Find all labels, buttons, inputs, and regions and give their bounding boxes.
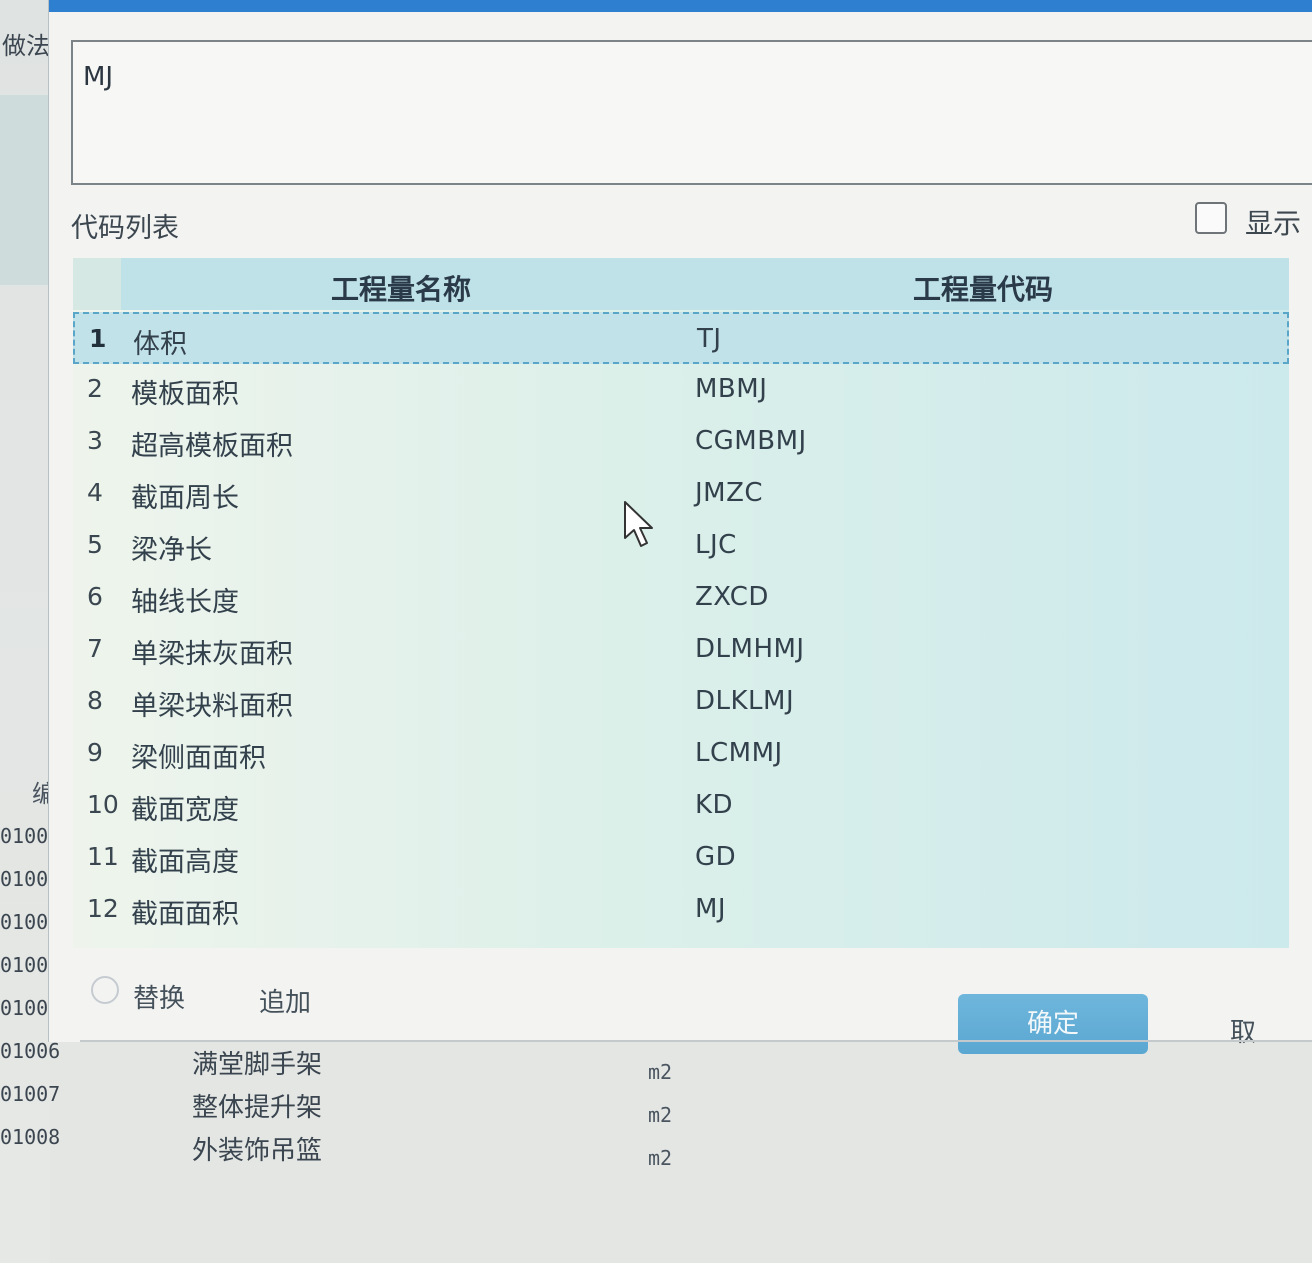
code-dialog: MJ 代码列表 显示 工程量名称 工程量代码 1 体积 TJ 2 模板面积 MBMJ 3 超高… (48, 0, 1312, 1042)
table-row[interactable]: 6 轴线长度 ZXCD (73, 572, 1289, 624)
row-quantity-code: LCMMJ (695, 738, 783, 768)
table-row[interactable]: 8 单梁块料面积 DLKLMJ (73, 676, 1289, 728)
table-corner (73, 258, 121, 310)
row-quantity-code: KD (695, 790, 734, 820)
background-list-item: 整体提升架 m2 (0, 1087, 1312, 1129)
table-row[interactable]: 10 截面宽度 KD (73, 780, 1289, 832)
row-quantity-name: 梁净长 (131, 535, 212, 566)
table-row[interactable]: 3 超高模板面积 CGMBMJ (73, 416, 1289, 468)
row-index: 5 (87, 530, 103, 559)
table-row[interactable]: 1 体积 TJ (73, 312, 1289, 364)
header-quantity-name[interactable]: 工程量名称 (331, 268, 471, 308)
background-item-name: 外装饰吊篮 (192, 1136, 323, 1166)
table-row[interactable]: 4 截面周长 JMZC (73, 468, 1289, 520)
row-index: 2 (87, 374, 103, 403)
row-quantity-code: MBMJ (695, 374, 768, 404)
row-quantity-name: 截面面积 (131, 899, 239, 930)
row-index: 6 (87, 582, 103, 611)
row-index: 12 (87, 894, 119, 923)
row-quantity-name: 截面周长 (131, 483, 239, 514)
code-list-title: 代码列表 (71, 213, 179, 244)
row-quantity-code: ZXCD (695, 582, 769, 612)
background-item-unit: m2 (648, 1103, 673, 1127)
row-quantity-name: 模板面积 (131, 379, 239, 410)
show-checkbox[interactable] (1195, 202, 1227, 234)
background-item-name: 满堂脚手架 (192, 1050, 323, 1080)
row-index: 11 (87, 842, 119, 871)
row-index: 3 (87, 426, 103, 455)
cancel-button[interactable]: 取 (1230, 1012, 1256, 1049)
row-quantity-code: JMZC (695, 478, 764, 508)
dialog-title-bar (49, 0, 1312, 12)
arrow-cursor-icon (624, 501, 653, 547)
formula-value: MJ (83, 62, 114, 92)
row-quantity-code: DLKLMJ (695, 686, 795, 716)
replace-radio[interactable] (91, 976, 119, 1004)
replace-radio-label[interactable]: 替换 (133, 978, 185, 1015)
row-quantity-name: 轴线长度 (131, 587, 239, 618)
table-row[interactable]: 7 单梁抹灰面积 DLMHMJ (73, 624, 1289, 676)
show-checkbox-label: 显示 (1245, 207, 1302, 240)
table-row[interactable]: 5 梁净长 LJC (73, 520, 1289, 572)
header-quantity-code[interactable]: 工程量代码 (913, 268, 1053, 308)
background-item-name: 整体提升架 (192, 1093, 323, 1123)
row-quantity-code: DLMHMJ (695, 634, 805, 664)
table-row[interactable]: 9 梁侧面面积 LCMMJ (73, 728, 1289, 780)
divider (80, 1040, 1312, 1042)
row-quantity-code: CGMBMJ (695, 426, 807, 456)
row-quantity-code: LJC (695, 530, 737, 560)
background-item-unit: m2 (648, 1146, 673, 1170)
table-row[interactable]: 11 截面高度 GD (73, 832, 1289, 884)
row-index: 9 (87, 738, 103, 767)
row-quantity-code: MJ (695, 894, 727, 924)
row-index: 10 (87, 790, 119, 819)
row-quantity-code: GD (695, 842, 737, 872)
row-index: 8 (87, 686, 103, 715)
table-header: 工程量名称 工程量代码 (121, 258, 1289, 310)
row-quantity-name: 体积 (133, 329, 187, 360)
row-quantity-name: 超高模板面积 (131, 431, 293, 462)
row-index: 4 (87, 478, 103, 507)
formula-input[interactable]: MJ (71, 40, 1312, 185)
ok-button[interactable]: 确定 (958, 994, 1148, 1054)
row-quantity-name: 单梁抹灰面积 (131, 639, 293, 670)
table-row[interactable]: 12 截面面积 MJ (73, 884, 1289, 936)
row-quantity-name: 截面宽度 (131, 795, 239, 826)
row-quantity-name: 截面高度 (131, 847, 239, 878)
row-index: 7 (87, 634, 103, 663)
row-quantity-name: 梁侧面面积 (131, 743, 266, 774)
background-item-unit: m2 (648, 1060, 673, 1084)
background-label: 做法 (2, 32, 50, 60)
background-list-item: 外装饰吊篮 m2 (0, 1130, 1312, 1172)
code-table: 工程量名称 工程量代码 1 体积 TJ 2 模板面积 MBMJ 3 超高模板面积 CGMBMJ 4… (73, 258, 1289, 948)
table-row[interactable]: 2 模板面积 MBMJ (73, 364, 1289, 416)
append-radio-label[interactable]: 追加 (259, 982, 311, 1019)
row-index: 1 (89, 324, 107, 353)
row-quantity-name: 单梁块料面积 (131, 691, 293, 722)
row-quantity-code: TJ (697, 324, 722, 354)
background-highlight (0, 95, 48, 285)
